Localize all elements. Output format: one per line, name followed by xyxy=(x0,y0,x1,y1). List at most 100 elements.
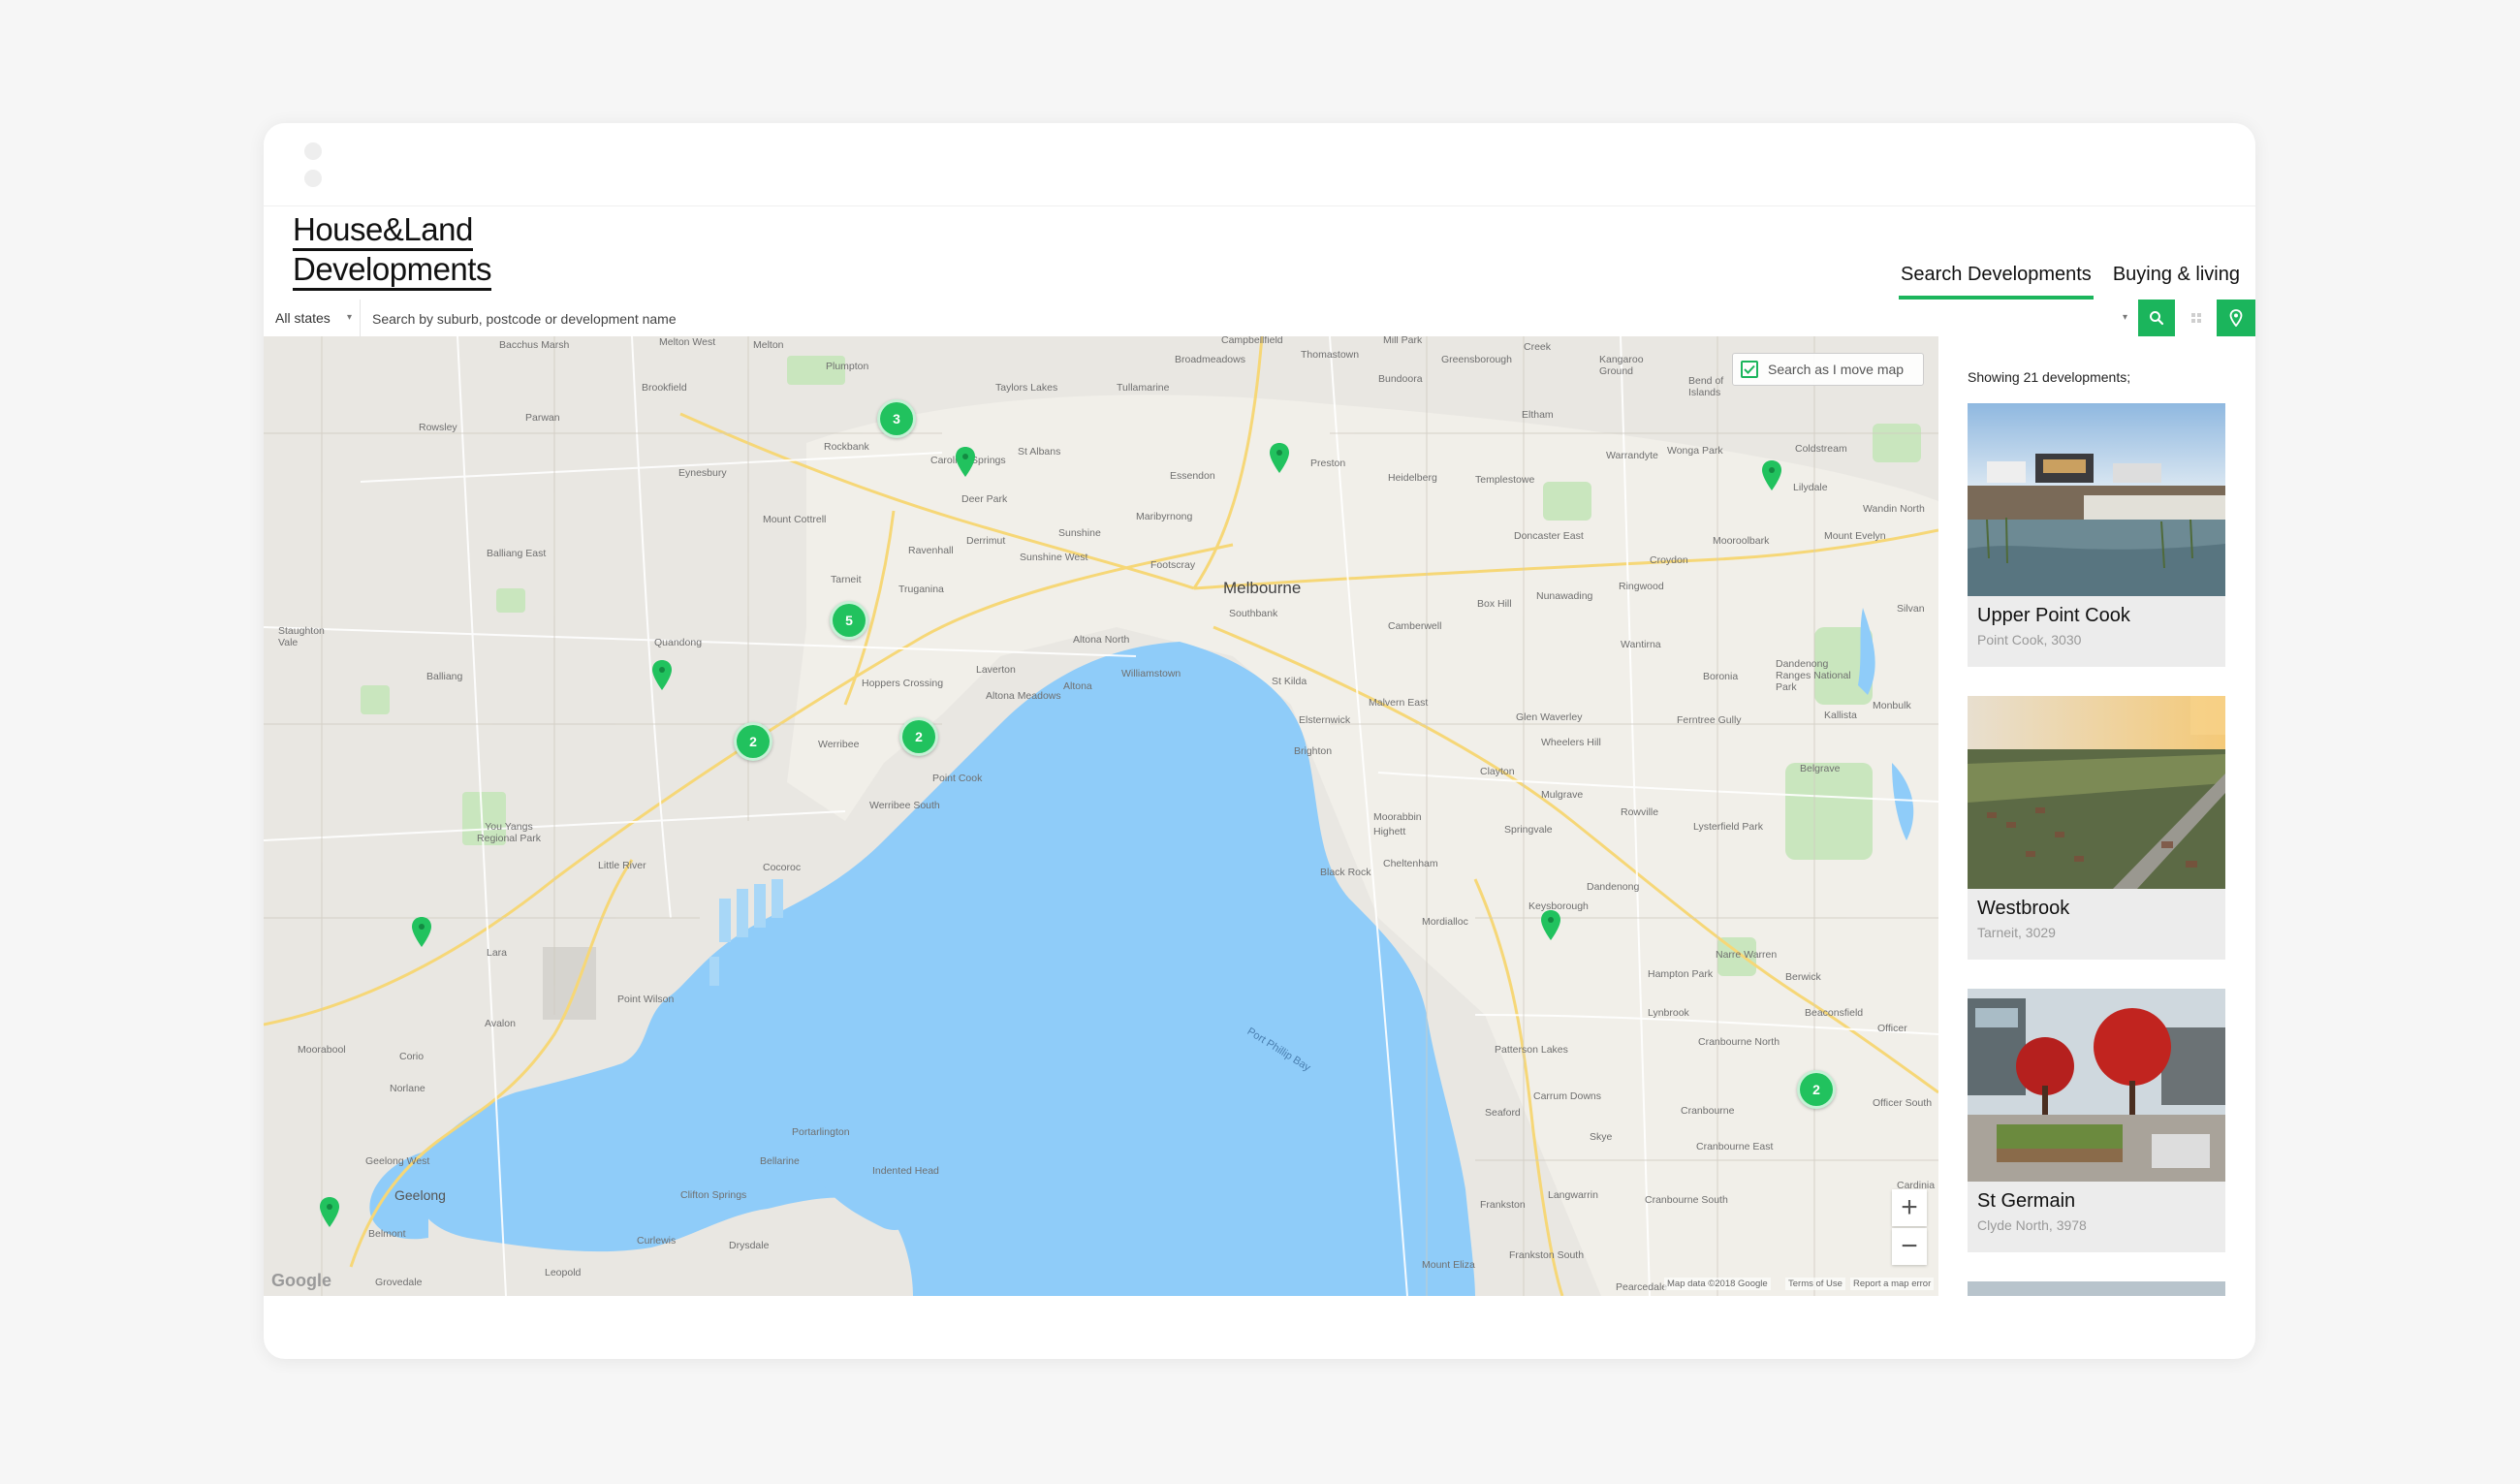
map-label: Wonga Park xyxy=(1667,445,1723,457)
development-photo xyxy=(1968,1281,2225,1296)
map-label: Dandenong Ranges National Park xyxy=(1776,658,1851,693)
map-label: Ravenhall xyxy=(908,545,954,556)
map-label: Langwarrin xyxy=(1548,1189,1598,1201)
tab-buying-living[interactable]: Buying & living xyxy=(2111,264,2242,300)
map-cluster-marker[interactable]: 5 xyxy=(830,601,868,640)
search-button[interactable] xyxy=(2138,300,2175,336)
map-label: Camberwell xyxy=(1388,620,1442,632)
map-label: Point Cook xyxy=(932,773,983,784)
map-label: Belgrave xyxy=(1800,763,1841,774)
map-label: Altona xyxy=(1063,680,1092,692)
map-label: Indented Head xyxy=(872,1165,939,1177)
terms-link[interactable]: Terms of Use xyxy=(1785,1278,1845,1290)
map-pin-marker[interactable] xyxy=(318,1196,341,1229)
map-label: Staughton Vale xyxy=(278,625,325,648)
site-header: House&Land Developments Search Developme… xyxy=(264,206,2255,301)
map-view-button[interactable] xyxy=(2217,300,2255,336)
map-label: Curlewis xyxy=(637,1235,677,1247)
map-label: Preston xyxy=(1310,458,1346,469)
tab-search-developments[interactable]: Search Developments xyxy=(1899,264,2094,300)
map-label: Brookfield xyxy=(642,382,687,394)
map-cluster-marker[interactable]: 2 xyxy=(1797,1070,1836,1109)
map-label: Rowville xyxy=(1621,806,1659,818)
map-label: Truganina xyxy=(898,584,944,595)
map-pin-marker[interactable] xyxy=(954,446,977,479)
development-card[interactable]: Upper Point Cook Point Cook, 3030 xyxy=(1968,403,2225,667)
development-card[interactable]: St Germain Clyde North, 3978 xyxy=(1968,989,2225,1252)
map-label: Lysterfield Park xyxy=(1693,821,1763,833)
map-label: Wheelers Hill xyxy=(1541,737,1601,748)
map-label: Clifton Springs xyxy=(680,1189,747,1201)
map-label: Altona Meadows xyxy=(986,690,1061,702)
map-label: Werribee South xyxy=(869,800,940,811)
map-view[interactable]: Melbourne Southbank St Kilda Altona Alto… xyxy=(264,336,1938,1296)
logo-line-1: House&Land xyxy=(293,212,473,251)
search-input[interactable] xyxy=(370,300,2119,338)
window-titlebar xyxy=(264,123,2255,206)
map-label: Balliang xyxy=(426,671,463,682)
grid-view-button[interactable] xyxy=(2178,300,2215,336)
development-card[interactable]: Westbrook Tarneit, 3029 xyxy=(1968,696,2225,960)
map-label: Werribee xyxy=(818,739,860,750)
map-label: Silvan xyxy=(1897,603,1925,615)
map-pin-marker[interactable] xyxy=(650,659,674,692)
map-label: Essendon xyxy=(1170,470,1215,482)
logo-line-2: Developments xyxy=(293,252,491,291)
search-as-move-toggle[interactable]: Search as I move map xyxy=(1732,353,1924,386)
map-label: Boronia xyxy=(1703,671,1739,682)
map-label: Grovedale xyxy=(375,1277,423,1288)
map-label: Balliang East xyxy=(487,548,547,559)
map-label: Mount Eliza xyxy=(1422,1259,1475,1271)
map-label: Seaford xyxy=(1485,1107,1521,1119)
map-label: Bacchus Marsh xyxy=(499,339,570,351)
map-label: Warrandyte xyxy=(1606,450,1658,461)
map-label: Eltham xyxy=(1522,409,1554,421)
development-name: Upper Point Cook xyxy=(1977,605,2130,626)
map-label: Coldstream xyxy=(1795,443,1847,455)
chevron-down-icon[interactable]: ▾ xyxy=(2123,300,2127,336)
map-label: Portarlington xyxy=(792,1126,850,1138)
map-cluster-marker[interactable]: 3 xyxy=(877,399,916,438)
state-select[interactable]: All states ▾ xyxy=(264,300,361,336)
zoom-out-button[interactable]: − xyxy=(1892,1228,1927,1265)
search-icon xyxy=(2150,311,2164,326)
map-label: Frankston South xyxy=(1509,1249,1585,1261)
map-label: Little River xyxy=(598,860,646,871)
map-pin-marker[interactable] xyxy=(1268,442,1291,475)
development-photo xyxy=(1968,696,2225,889)
map-label: Sunshine West xyxy=(1020,552,1088,563)
report-error-link[interactable]: Report a map error xyxy=(1850,1278,1935,1290)
map-label: Ferntree Gully xyxy=(1677,714,1742,726)
map-label: St Albans xyxy=(1018,446,1061,458)
map-label: Kallista xyxy=(1824,710,1857,721)
map-label: Ringwood xyxy=(1619,581,1664,592)
zoom-in-button[interactable]: + xyxy=(1892,1189,1927,1226)
map-label: Dandenong xyxy=(1587,881,1640,893)
map-label: Doncaster East xyxy=(1514,530,1584,542)
development-name: Westbrook xyxy=(1977,898,2070,919)
map-label: Lara xyxy=(487,947,508,959)
map-label: Patterson Lakes xyxy=(1495,1044,1568,1056)
map-label: Geelong West xyxy=(365,1155,430,1167)
results-count: Showing 21 developments; xyxy=(1968,369,2131,385)
map-pin-marker[interactable] xyxy=(410,916,433,949)
map-label: Melbourne xyxy=(1223,579,1302,597)
map-label: Deer Park xyxy=(961,493,1008,505)
checkbox[interactable] xyxy=(1741,361,1758,378)
development-card[interactable] xyxy=(1968,1281,2225,1296)
map-label: Cranbourne South xyxy=(1645,1194,1728,1206)
site-logo[interactable]: House&Land Developments xyxy=(293,212,491,292)
grid-icon xyxy=(2191,313,2201,323)
map-cluster-marker[interactable]: 2 xyxy=(899,717,938,756)
map-label: Rowsley xyxy=(419,422,457,433)
map-label: Tullamarine xyxy=(1117,382,1170,394)
map-label: Taylors Lakes xyxy=(995,382,1058,394)
map-label: Campbellfield xyxy=(1221,336,1283,346)
map-label: Wandin North xyxy=(1863,503,1925,515)
map-label: Officer xyxy=(1877,1023,1907,1034)
map-label: Mordialloc xyxy=(1422,916,1468,928)
map-cluster-marker[interactable]: 2 xyxy=(734,722,772,761)
map-label: Carrum Downs xyxy=(1533,1090,1602,1102)
map-pin-marker[interactable] xyxy=(1760,459,1783,492)
map-pin-marker[interactable] xyxy=(1539,909,1562,942)
